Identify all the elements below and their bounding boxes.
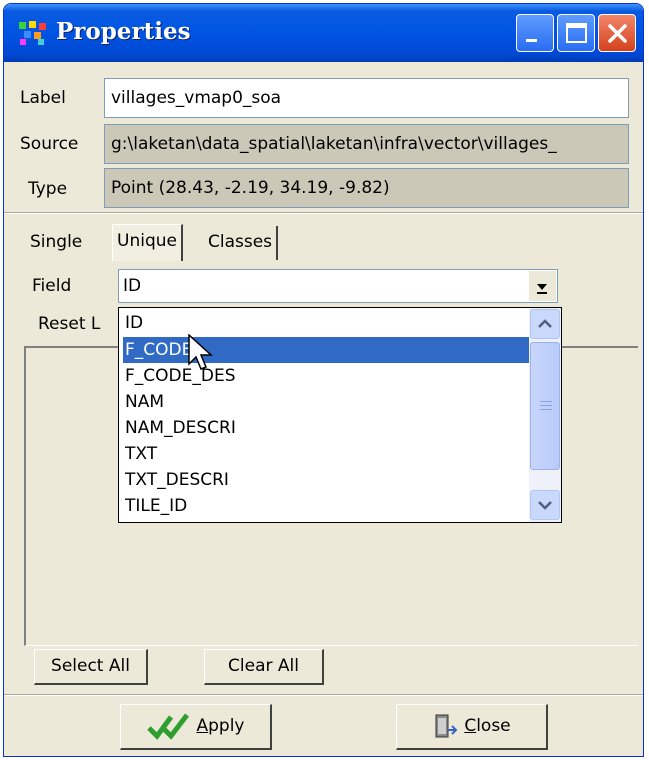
apply-accel: A [196,716,209,736]
dropdown-scrollbar[interactable] [529,308,561,522]
reset-button[interactable]: Reset L [38,314,100,334]
close-icon [608,24,627,43]
minimize-button[interactable] [516,14,554,52]
dropdown-option[interactable]: NAM [123,389,529,415]
label-caption: Label [20,88,66,108]
dropdown-option[interactable]: TILE_ID [123,493,529,519]
tab-classes[interactable]: Classes [204,226,279,260]
dropdown-option[interactable]: ID [123,310,529,336]
chevron-up-icon [538,319,552,328]
type-field: Point (28.43, -2.19, 34.19, -9.82) [104,168,629,208]
tab-unique[interactable]: Unique [112,224,183,261]
maximize-button[interactable] [557,14,595,52]
scroll-up-button[interactable] [530,309,560,339]
close-window-button[interactable] [598,14,636,52]
source-field: g:\laketan\data_spatial\laketan\infra\ve… [104,124,629,164]
select-all-button[interactable]: Select All [34,649,148,685]
dropdown-option[interactable]: NAM_DESCRI [123,415,529,441]
scroll-thumb[interactable] [530,342,560,470]
field-dropdown-list[interactable]: ID F_CODE F_CODE_DES NAM NAM_DESCRI TXT … [118,307,562,523]
close-label: lose [476,716,511,736]
source-caption: Source [20,134,79,154]
field-selected-value: ID [123,276,142,296]
title-bar[interactable]: Properties [4,4,643,62]
app-dots-icon [19,21,46,45]
close-button[interactable]: Close [396,704,548,750]
chevron-down-icon [538,501,552,510]
apply-button[interactable]: Apply [120,704,272,750]
door-exit-icon [435,714,458,738]
window-title: Properties [56,18,191,45]
close-accel: C [464,716,477,736]
label-input[interactable]: villages_vmap0_soa [104,78,629,118]
field-caption: Field [32,276,72,296]
chevron-down-icon [537,284,547,294]
minimize-icon [526,39,537,42]
tab-single[interactable]: Single [26,226,86,260]
apply-label: pply [208,716,245,736]
scroll-down-button[interactable] [530,490,560,520]
field-select[interactable]: ID [118,269,558,303]
mouse-cursor-icon [188,334,213,370]
type-caption: Type [28,179,68,199]
apply-check-icon [147,713,190,740]
bottom-separator [4,694,643,696]
dropdown-option-highlighted[interactable]: F_CODE [123,337,529,363]
dropdown-option[interactable]: TXT [123,441,529,467]
dropdown-option[interactable]: F_CODE_DES [123,363,529,389]
clear-all-button[interactable]: Clear All [204,649,324,685]
separator [4,212,643,214]
properties-window: Properties Label villages_vmap0_soa Sour… [3,3,644,757]
maximize-icon [566,23,587,43]
field-dropdown-button[interactable] [528,271,556,301]
dropdown-option[interactable]: TXT_DESCRI [123,467,529,493]
